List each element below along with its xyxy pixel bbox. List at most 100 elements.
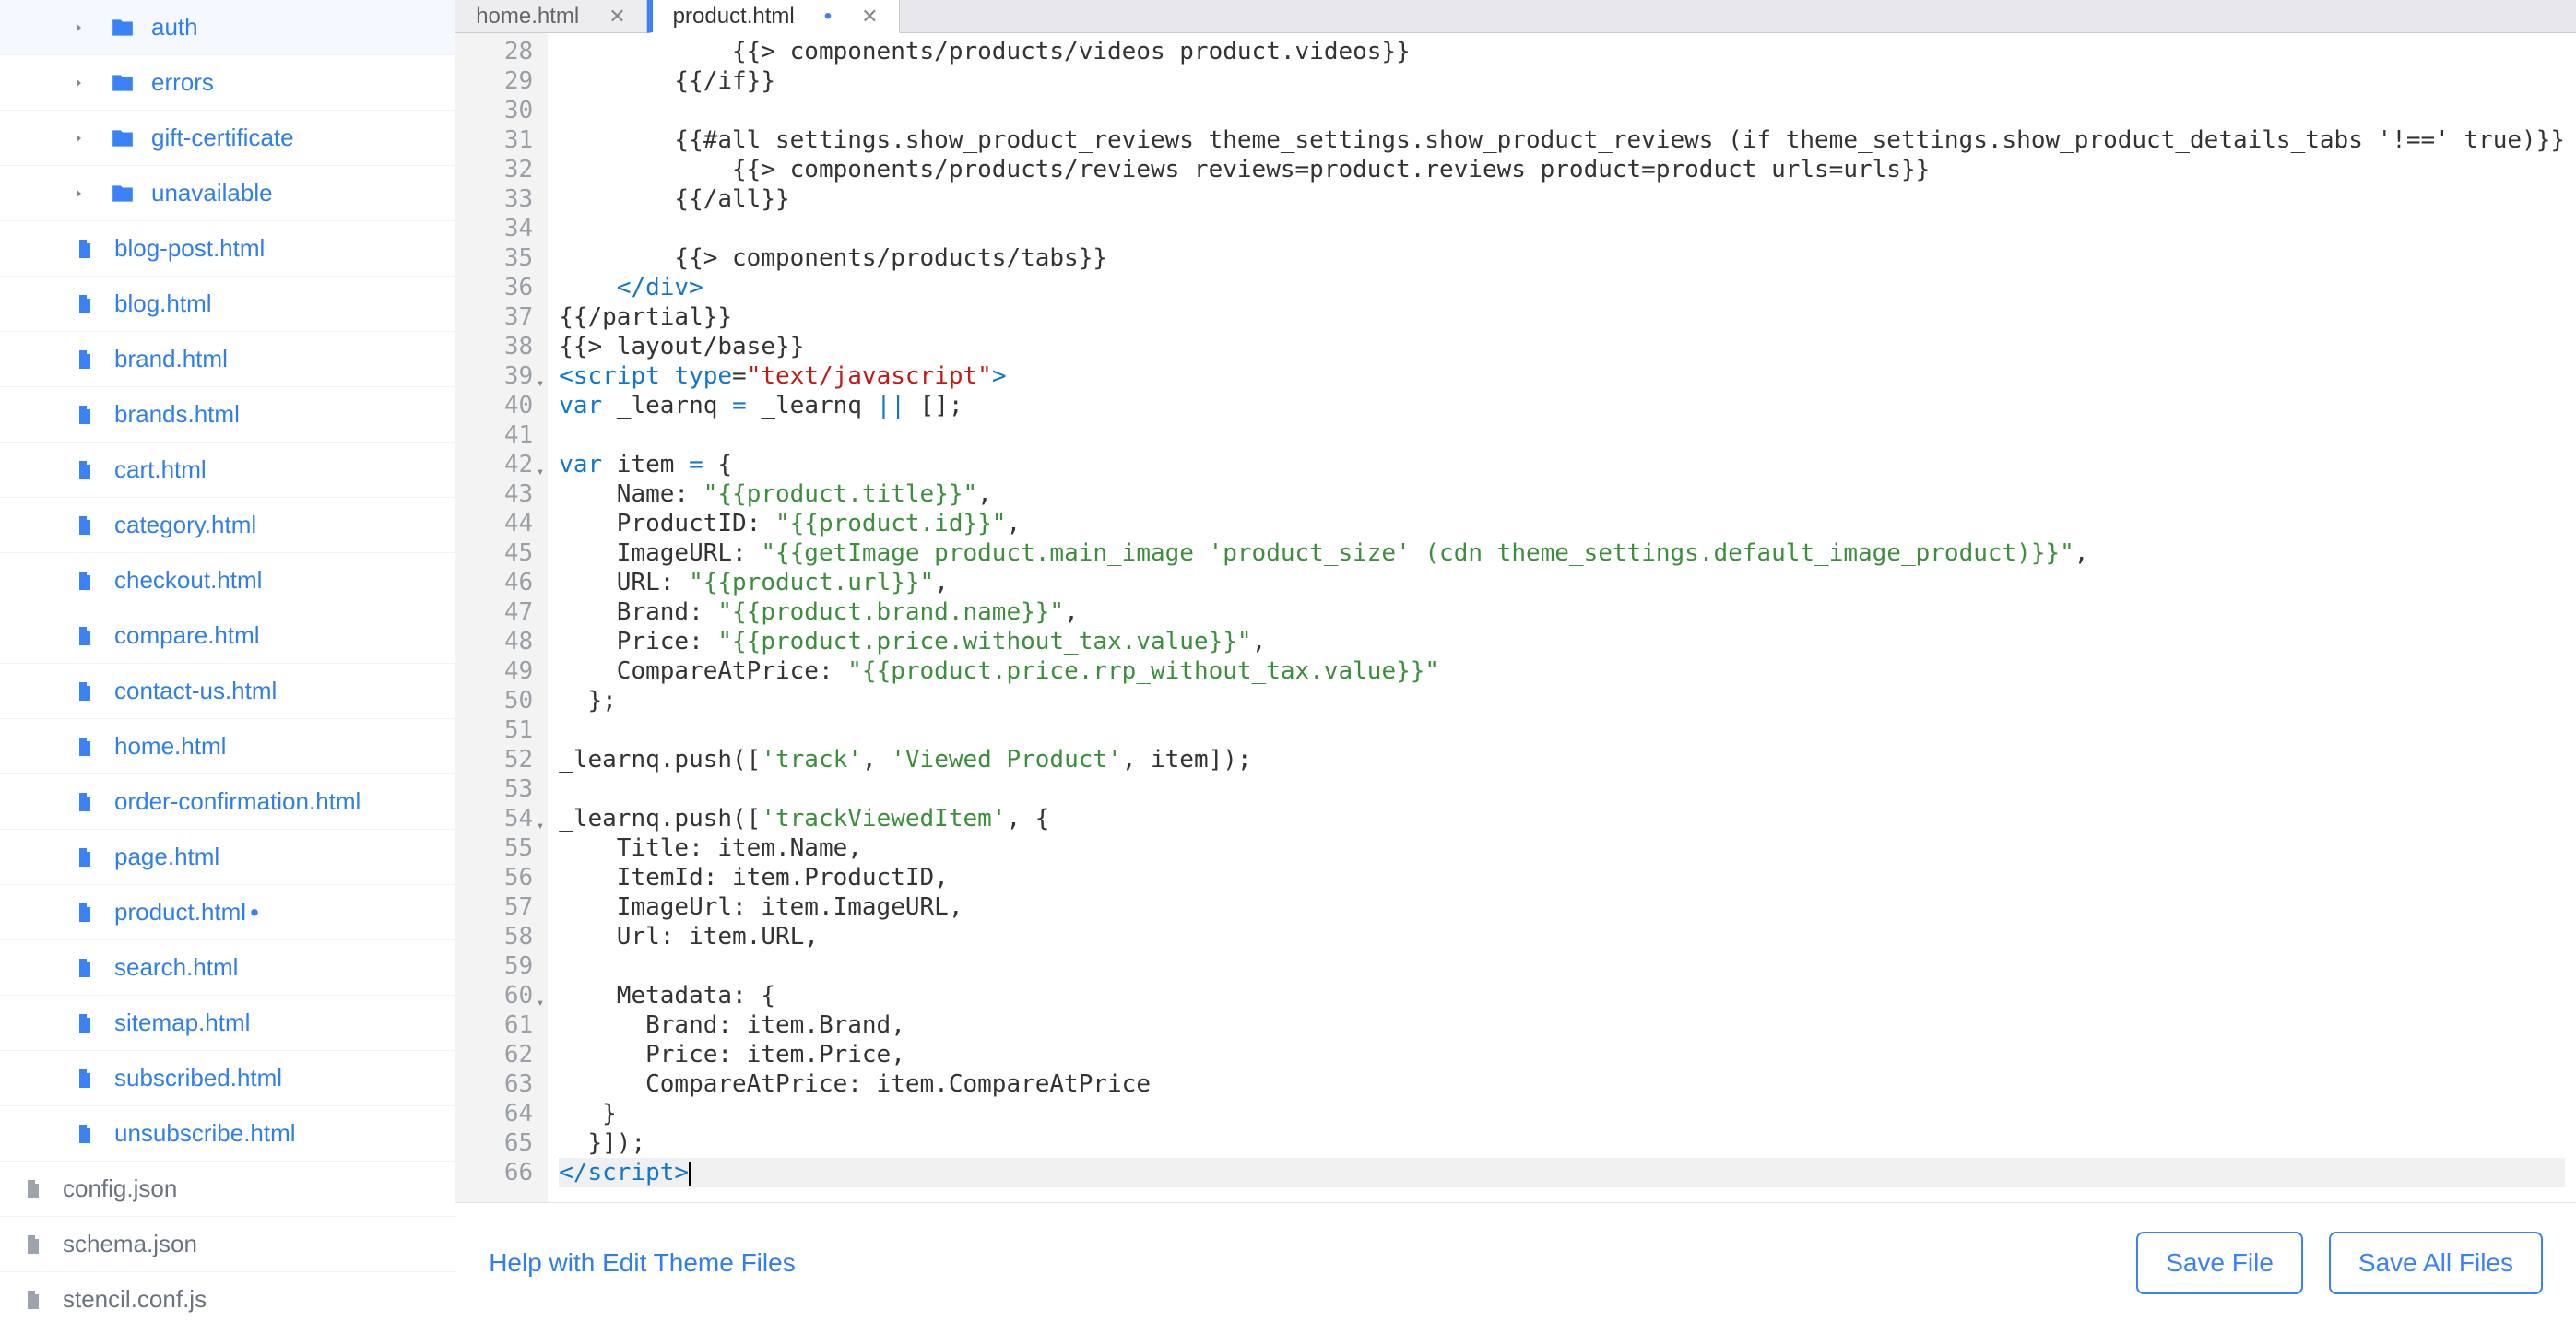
file-blog-post.html[interactable]: blog-post.html (0, 221, 455, 277)
code-line[interactable]: {{> components/products/videos product.v… (559, 37, 2565, 66)
folder-icon (111, 71, 138, 95)
file-compare.html[interactable]: compare.html (0, 608, 455, 664)
tree-label: search.html (114, 953, 238, 982)
code-line[interactable] (559, 420, 2565, 450)
code-line[interactable]: ProductID: "{{product.id}}", (559, 509, 2565, 538)
file-sitemap.html[interactable]: sitemap.html (0, 996, 455, 1051)
file-unsubscribe.html[interactable]: unsubscribe.html (0, 1106, 455, 1162)
file-schema.json[interactable]: schema.json (0, 1217, 455, 1272)
code-line[interactable]: <script type="text/javascript"> (559, 361, 2565, 391)
folder-auth[interactable]: auth (0, 0, 455, 55)
code-line[interactable]: {{> components/products/tabs}} (559, 243, 2565, 273)
code-line[interactable]: </div> (559, 273, 2565, 302)
code-line[interactable]: Brand: "{{product.brand.name}}", (559, 597, 2565, 627)
fold-marker-icon[interactable]: ▾ (537, 988, 544, 1018)
code-line[interactable]: var item = { (559, 450, 2565, 479)
code-content[interactable]: {{> components/products/videos product.v… (548, 33, 2576, 1202)
save-file-button[interactable]: Save File (2136, 1232, 2303, 1294)
code-line[interactable]: CompareAtPrice: item.CompareAtPrice (559, 1069, 2565, 1099)
code-line[interactable]: var _learnq = _learnq || []; (559, 391, 2565, 420)
chevron-right-icon (74, 188, 92, 199)
file-icon (74, 570, 101, 592)
code-line[interactable]: }]); (559, 1128, 2565, 1158)
file-stencil.conf.js[interactable]: stencil.conf.js (0, 1272, 455, 1322)
text-cursor (689, 1162, 691, 1186)
line-number: 52 (459, 745, 533, 774)
code-line[interactable] (559, 715, 2565, 745)
editor-tabbar: home.html✕product.html•✕ (455, 0, 2576, 33)
file-icon (74, 1123, 101, 1145)
code-line[interactable] (559, 214, 2565, 243)
line-number: 41 (459, 420, 533, 450)
help-link[interactable]: Help with Edit Theme Files (489, 1248, 796, 1278)
line-number: 42▾ (459, 450, 533, 479)
code-line[interactable]: {{> layout/base}} (559, 332, 2565, 361)
code-line[interactable]: ItemId: item.ProductID, (559, 863, 2565, 892)
code-line[interactable]: {{/all}} (559, 184, 2565, 214)
tab-home.html[interactable]: home.html ✕ (455, 0, 646, 32)
code-line[interactable]: _learnq.push(['trackViewedItem', { (559, 804, 2565, 833)
file-home.html[interactable]: home.html (0, 719, 455, 774)
code-line[interactable]: _learnq.push(['track', 'Viewed Product',… (559, 745, 2565, 774)
file-checkout.html[interactable]: checkout.html (0, 553, 455, 608)
code-line[interactable]: CompareAtPrice: "{{product.price.rrp_wit… (559, 656, 2565, 686)
file-brand.html[interactable]: brand.html (0, 332, 455, 387)
tree-label: brands.html (114, 400, 240, 429)
file-brands.html[interactable]: brands.html (0, 387, 455, 443)
code-line[interactable]: }; (559, 686, 2565, 715)
code-line[interactable] (559, 774, 2565, 804)
tab-product.html[interactable]: product.html•✕ (647, 0, 900, 33)
fold-marker-icon[interactable]: ▾ (537, 811, 544, 841)
code-line[interactable]: {{/partial}} (559, 302, 2565, 332)
code-line[interactable]: Name: "{{product.title}}", (559, 479, 2565, 509)
line-number: 45 (459, 538, 533, 568)
code-line[interactable] (559, 951, 2565, 981)
tree-label: cart.html (114, 455, 207, 484)
folder-errors[interactable]: errors (0, 55, 455, 111)
file-category.html[interactable]: category.html (0, 498, 455, 553)
code-line[interactable]: {{/if}} (559, 66, 2565, 96)
save-all-button[interactable]: Save All Files (2329, 1232, 2543, 1294)
folder-icon (111, 126, 138, 150)
code-line[interactable]: Url: item.URL, (559, 922, 2565, 951)
file-icon (74, 902, 101, 924)
code-line[interactable]: Title: item.Name, (559, 833, 2565, 863)
code-line[interactable]: Brand: item.Brand, (559, 1010, 2565, 1040)
line-number: 50 (459, 686, 533, 715)
fold-marker-icon[interactable]: ▾ (537, 457, 544, 487)
close-icon[interactable]: ✕ (609, 5, 625, 29)
code-line[interactable] (559, 96, 2565, 125)
file-subscribed.html[interactable]: subscribed.html (0, 1051, 455, 1106)
file-order-confirmation.html[interactable]: order-confirmation.html (0, 774, 455, 830)
code-line[interactable]: {{> components/products/reviews reviews=… (559, 155, 2565, 184)
file-search.html[interactable]: search.html (0, 940, 455, 996)
footer-actions: Save File Save All Files (2136, 1232, 2543, 1294)
line-number: 43 (459, 479, 533, 509)
code-line[interactable]: } (559, 1099, 2565, 1128)
chevron-right-icon (74, 22, 92, 33)
file-tree-sidebar: autherrorsgift-certificateunavailableblo… (0, 0, 455, 1322)
code-line[interactable]: Metadata: { (559, 981, 2565, 1010)
file-cart.html[interactable]: cart.html (0, 443, 455, 498)
tab-label: home.html (476, 4, 579, 30)
file-icon (74, 736, 101, 758)
file-blog.html[interactable]: blog.html (0, 277, 455, 332)
code-line[interactable]: ImageURL: "{{getImage product.main_image… (559, 538, 2565, 568)
code-line[interactable]: Price: "{{product.price.without_tax.valu… (559, 627, 2565, 656)
code-line[interactable]: Price: item.Price, (559, 1040, 2565, 1069)
file-product.html[interactable]: product.html • (0, 885, 455, 940)
file-page.html[interactable]: page.html (0, 830, 455, 885)
line-number: 56 (459, 863, 533, 892)
file-config.json[interactable]: config.json (0, 1162, 455, 1217)
file-contact-us.html[interactable]: contact-us.html (0, 664, 455, 719)
code-line[interactable]: </script> (559, 1158, 2565, 1187)
code-line[interactable]: URL: "{{product.url}}", (559, 568, 2565, 597)
folder-unavailable[interactable]: unavailable (0, 166, 455, 221)
fold-marker-icon[interactable]: ▾ (537, 369, 544, 398)
close-icon[interactable]: ✕ (861, 5, 878, 29)
folder-gift-certificate[interactable]: gift-certificate (0, 111, 455, 166)
code-line[interactable]: {{#all settings.show_product_reviews the… (559, 125, 2565, 155)
code-editor[interactable]: 282930313233343536373839▾404142▾43444546… (455, 33, 2576, 1202)
code-line[interactable]: ImageUrl: item.ImageURL, (559, 892, 2565, 922)
file-icon (74, 846, 101, 868)
